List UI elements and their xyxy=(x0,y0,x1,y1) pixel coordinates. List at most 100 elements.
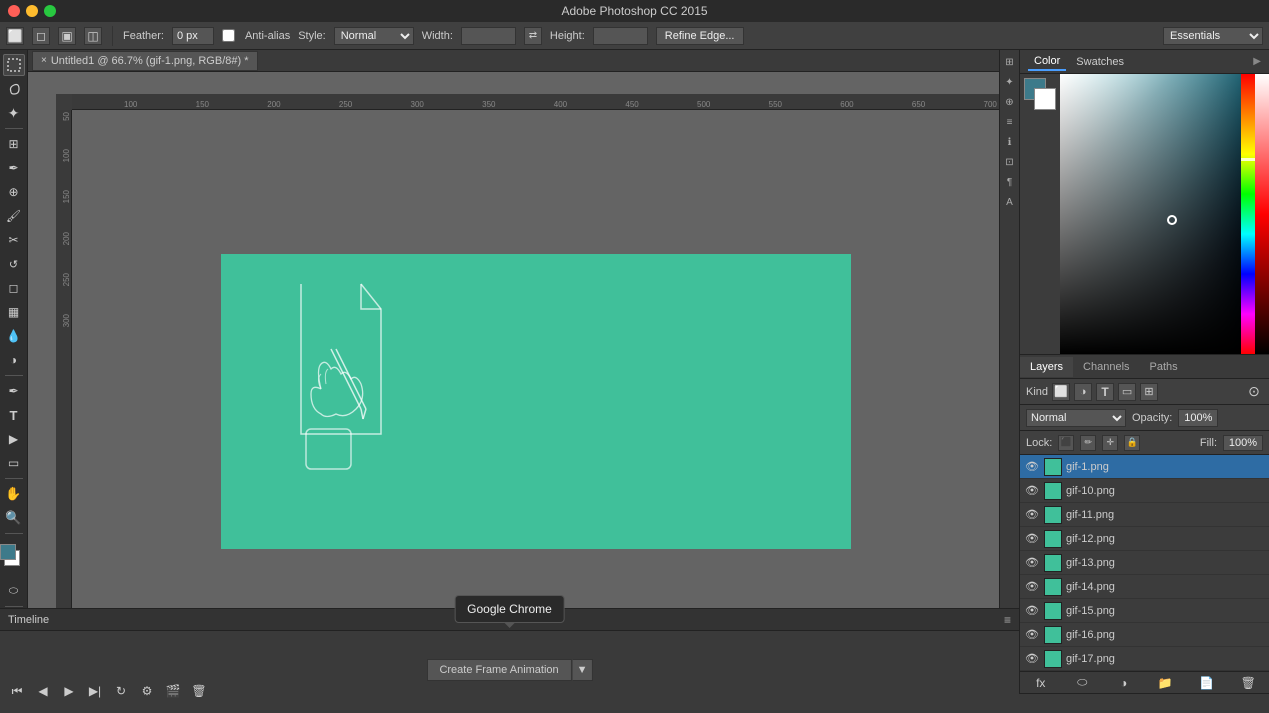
lock-image-icon[interactable]: ✏ xyxy=(1080,435,1096,451)
layer-item[interactable]: 👁 gif-14.png xyxy=(1020,575,1269,599)
dodge-tool[interactable]: ◑ xyxy=(3,349,25,371)
hue-slider[interactable] xyxy=(1241,74,1255,354)
filter-toggle[interactable]: ⊙ xyxy=(1245,383,1263,401)
create-frame-animation-button[interactable]: Create Frame Animation xyxy=(426,659,571,681)
layer-item[interactable]: 👁 gif-16.png xyxy=(1020,623,1269,647)
tool-mode-icon-3[interactable]: ▣ xyxy=(58,27,76,45)
create-layer-icon[interactable]: 📄 xyxy=(1198,674,1216,692)
refine-edge-button[interactable]: Refine Edge... xyxy=(656,27,744,45)
fill-input[interactable] xyxy=(1223,435,1263,451)
maximize-button[interactable] xyxy=(44,5,56,17)
filter-shape-icon[interactable]: ▭ xyxy=(1118,383,1136,401)
brightness-slider[interactable] xyxy=(1255,74,1269,354)
layers-tab[interactable]: Layers xyxy=(1020,357,1073,377)
close-button[interactable] xyxy=(8,5,20,17)
tool-mode-icon-2[interactable]: ◻ xyxy=(32,27,50,45)
zoom-tool[interactable]: 🔍 xyxy=(3,507,25,529)
feather-input[interactable] xyxy=(172,27,214,45)
channels-tab[interactable]: Channels xyxy=(1073,357,1139,377)
blur-tool[interactable]: 💧 xyxy=(3,325,25,347)
spot-heal-tool[interactable]: ⊕ xyxy=(3,181,25,203)
blend-mode-select[interactable]: Normal Dissolve Multiply xyxy=(1026,409,1126,427)
timeline-play[interactable]: ▶ xyxy=(60,682,78,700)
history-brush-tool[interactable]: ↺ xyxy=(3,253,25,275)
layer-item[interactable]: 👁 gif-1.png xyxy=(1020,455,1269,479)
create-group-icon[interactable]: 📁 xyxy=(1156,674,1174,692)
brush-tool[interactable]: 🖌 xyxy=(3,205,25,227)
panel-icon-4[interactable]: ≡ xyxy=(1002,114,1018,130)
create-animation-dropdown[interactable]: ▼ xyxy=(572,659,593,681)
add-mask-icon[interactable]: ⬭ xyxy=(1073,674,1091,692)
timeline-prev-frame[interactable]: ◀ xyxy=(34,682,52,700)
color-panel-expand[interactable]: ▶ xyxy=(1253,56,1261,67)
tab-close-icon[interactable]: × xyxy=(41,55,47,66)
filter-type-icon[interactable]: T xyxy=(1096,383,1114,401)
spectrum-area[interactable] xyxy=(1060,74,1241,354)
marquee-tool[interactable] xyxy=(3,54,25,76)
add-fx-icon[interactable]: fx xyxy=(1032,674,1050,692)
style-select[interactable]: Normal Fixed Ratio Fixed Size xyxy=(334,27,414,45)
anti-alias-checkbox[interactable] xyxy=(222,29,235,42)
layer-visibility-icon[interactable]: 👁 xyxy=(1024,483,1040,499)
timeline-loop[interactable]: ↻ xyxy=(112,682,130,700)
panel-icon-8[interactable]: A xyxy=(1002,194,1018,210)
canvas[interactable] xyxy=(221,254,851,549)
panel-icon-6[interactable]: ⊡ xyxy=(1002,154,1018,170)
lock-transparent-icon[interactable]: ⬛ xyxy=(1058,435,1074,451)
layer-item[interactable]: 👁 gif-13.png xyxy=(1020,551,1269,575)
color-tab[interactable]: Color xyxy=(1028,53,1066,71)
document-tab[interactable]: × Untitled1 @ 66.7% (gif-1.png, RGB/8#) … xyxy=(32,51,258,71)
clone-stamp-tool[interactable]: ✂ xyxy=(3,229,25,251)
filter-pixel-icon[interactable]: ⬜ xyxy=(1052,383,1070,401)
timeline-trash[interactable]: 🗑 xyxy=(190,682,208,700)
minimize-button[interactable] xyxy=(26,5,38,17)
layer-visibility-icon[interactable]: 👁 xyxy=(1024,459,1040,475)
quick-mask-toggle[interactable]: ⬭ xyxy=(3,580,25,602)
paths-tab[interactable]: Paths xyxy=(1140,357,1188,377)
panel-icon-1[interactable]: ⊞ xyxy=(1002,54,1018,70)
layer-item[interactable]: 👁 gif-15.png xyxy=(1020,599,1269,623)
layer-visibility-icon[interactable]: 👁 xyxy=(1024,555,1040,571)
layer-visibility-icon[interactable]: 👁 xyxy=(1024,507,1040,523)
path-select-tool[interactable]: ▶ xyxy=(3,428,25,450)
opacity-input[interactable] xyxy=(1178,409,1218,427)
lasso-tool[interactable] xyxy=(3,78,25,100)
layer-visibility-icon[interactable]: 👁 xyxy=(1024,651,1040,667)
layer-item[interactable]: 👁 gif-17.png xyxy=(1020,647,1269,671)
width-input[interactable] xyxy=(461,27,516,45)
layer-visibility-icon[interactable]: 👁 xyxy=(1024,627,1040,643)
workspace-select[interactable]: Essentials 3D Graphic and Web xyxy=(1163,27,1263,45)
background-preview[interactable] xyxy=(1034,88,1056,110)
panel-icon-7[interactable]: ¶ xyxy=(1002,174,1018,190)
lock-all-icon[interactable]: 🔒 xyxy=(1124,435,1140,451)
filter-adjust-icon[interactable]: ◑ xyxy=(1074,383,1092,401)
panel-icon-5[interactable]: ℹ xyxy=(1002,134,1018,150)
shape-tool[interactable]: ▭ xyxy=(3,452,25,474)
height-input[interactable] xyxy=(593,27,648,45)
gradient-tool[interactable]: ▦ xyxy=(3,301,25,323)
timeline-settings[interactable]: ⚙ xyxy=(138,682,156,700)
filter-smart-icon[interactable]: ⊞ xyxy=(1140,383,1158,401)
lock-position-icon[interactable]: ✛ xyxy=(1102,435,1118,451)
delete-layer-icon[interactable]: 🗑 xyxy=(1239,674,1257,692)
crop-tool[interactable]: ⊞ xyxy=(3,133,25,155)
tool-mode-icon-4[interactable]: ◫ xyxy=(84,27,102,45)
timeline-first-frame[interactable]: ⏮ xyxy=(8,682,26,700)
layer-visibility-icon[interactable]: 👁 xyxy=(1024,603,1040,619)
timeline-menu-icon[interactable]: ≡ xyxy=(1004,613,1011,627)
timeline-next-frame[interactable]: ▶| xyxy=(86,682,104,700)
add-adjustment-icon[interactable]: ◑ xyxy=(1115,674,1133,692)
layer-visibility-icon[interactable]: 👁 xyxy=(1024,579,1040,595)
layer-item[interactable]: 👁 gif-11.png xyxy=(1020,503,1269,527)
swap-dimensions-icon[interactable]: ⇄ xyxy=(524,27,542,45)
panel-icon-3[interactable]: ⊕ xyxy=(1002,94,1018,110)
eyedropper-tool[interactable]: ✒ xyxy=(3,157,25,179)
wand-tool[interactable]: ✦ xyxy=(3,102,25,124)
hand-tool[interactable]: ✋ xyxy=(3,483,25,505)
pen-tool[interactable]: ✒ xyxy=(3,380,25,402)
layer-item[interactable]: 👁 gif-10.png xyxy=(1020,479,1269,503)
text-tool[interactable]: T xyxy=(3,404,25,426)
eraser-tool[interactable]: ◻ xyxy=(3,277,25,299)
layer-visibility-icon[interactable]: 👁 xyxy=(1024,531,1040,547)
panel-icon-2[interactable]: ✦ xyxy=(1002,74,1018,90)
